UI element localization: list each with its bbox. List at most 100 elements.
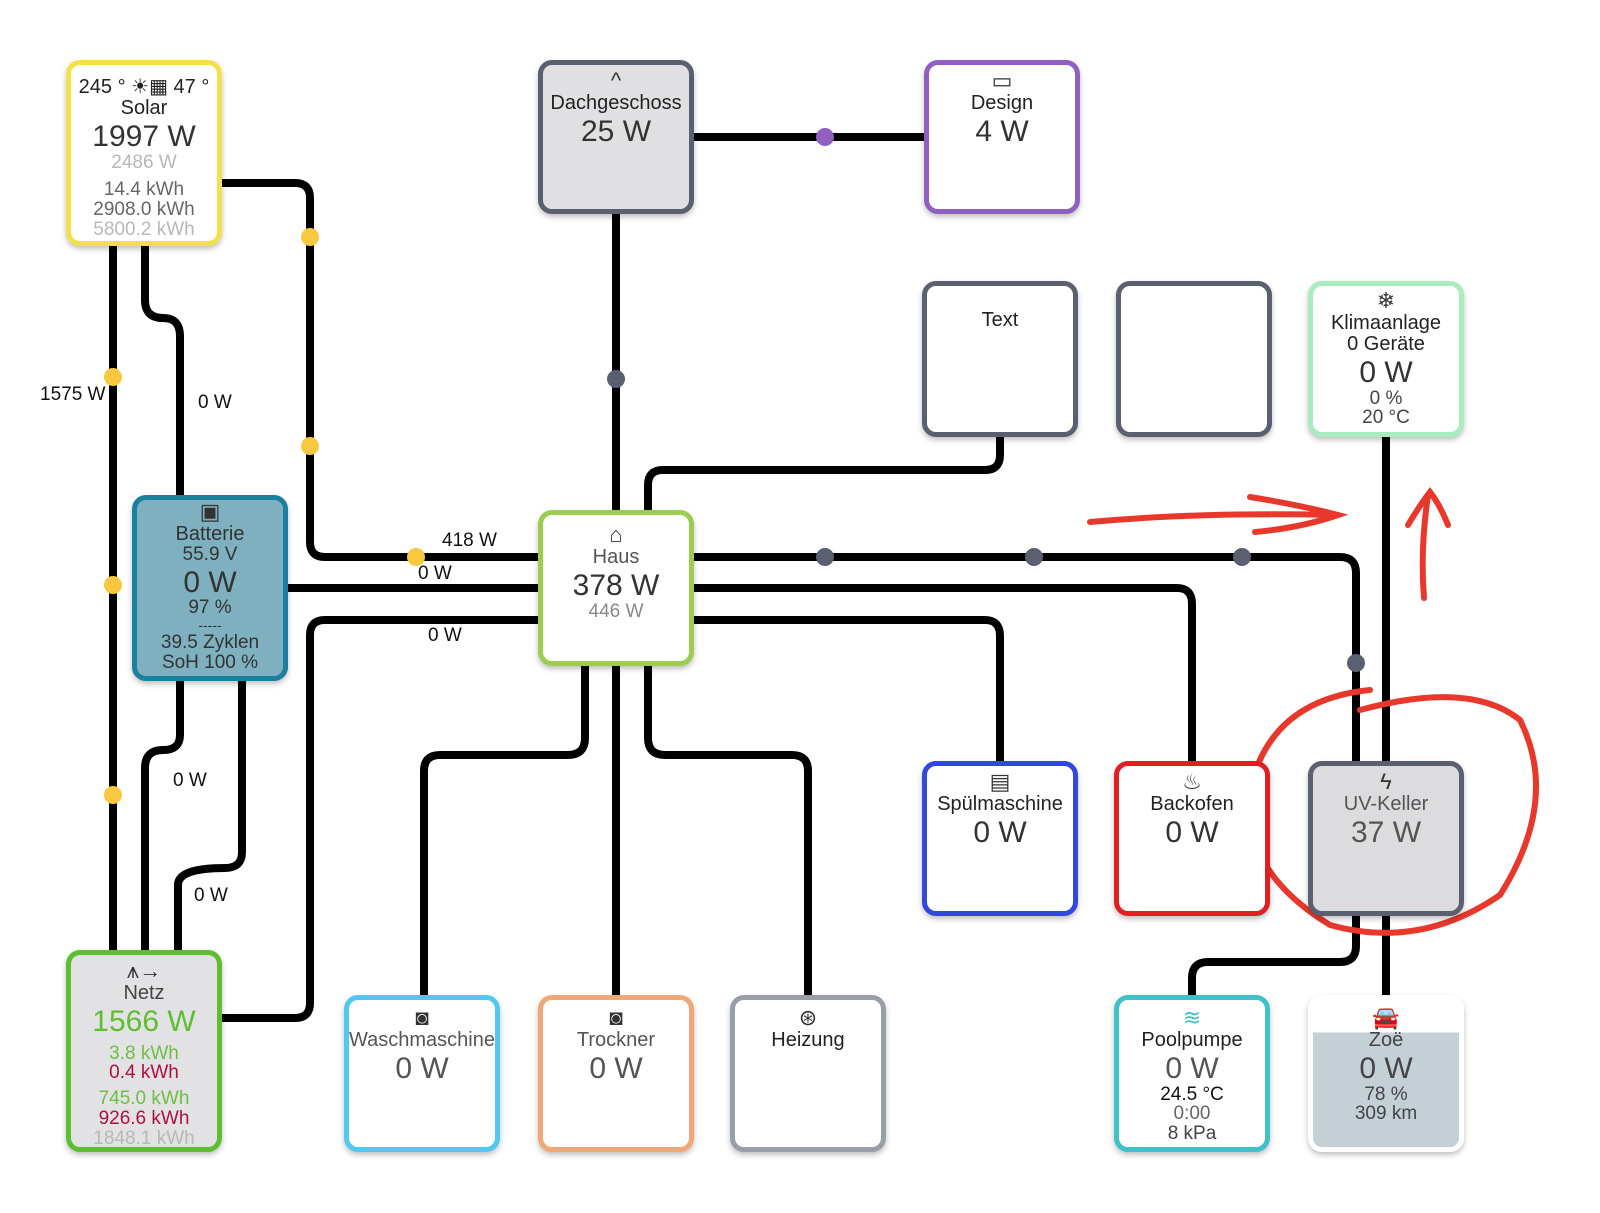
node-klimaanlage[interactable]: ❄ Klimaanlage 0 Geräte 0 W 0 % 20 °C (1308, 281, 1464, 437)
solar-panel-icon: ☀▦ (131, 76, 168, 98)
flow-dot (816, 128, 834, 146)
node-power: 378 W (572, 569, 660, 602)
node-heizung[interactable]: ⊛ Heizung (730, 995, 886, 1152)
batterie-cycles: 39.5 Zyklen (160, 632, 260, 654)
transmission-tower-icon: ⩚→ (126, 958, 162, 983)
line-haus-spuel (694, 616, 1004, 761)
batterie-soh: SoH 100 % (161, 652, 259, 673)
node-name: Netz (123, 982, 165, 1004)
netz-total: 1848.1 kWh (93, 1128, 195, 1150)
node-name: Text (981, 309, 1019, 331)
flow-dot (301, 228, 319, 246)
flow-dot (1347, 654, 1365, 672)
node-name: Poolpumpe (1141, 1029, 1243, 1051)
tumble-dryer-icon: ◙ (609, 1005, 623, 1030)
annotation-arrow-right (1087, 494, 1349, 535)
washing-machine-icon: ◙ (415, 1005, 429, 1030)
node-power: 0 W (1359, 1052, 1413, 1085)
node-power: 4 W (975, 115, 1029, 148)
node-dachgeschoss[interactable]: ^ Dachgeschoss 25 W (538, 60, 694, 214)
zoe-soc: 78 % (1364, 1083, 1408, 1105)
node-name: Spülmaschine (937, 793, 1063, 815)
flow-label-solar-batterie: 0 W (198, 392, 232, 413)
node-netz[interactable]: ⩚→ Netz 1566 W 3.8 kWh 0.4 kWh 745.0 kWh… (66, 950, 222, 1152)
netz-import-today: 3.8 kWh (109, 1042, 179, 1064)
air-conditioner-icon: ❄ (1376, 288, 1396, 313)
node-power: 0 W (973, 816, 1027, 849)
node-name: UV-Keller (1343, 793, 1429, 815)
flow-label-solar-haus: 418 W (442, 530, 497, 551)
node-power: 1997 W (92, 120, 196, 153)
node-trockner[interactable]: ◙ Trockner 0 W (538, 995, 694, 1152)
dishwasher-icon: ▤ (989, 769, 1011, 794)
batterie-separator: ----- (198, 617, 222, 634)
solar-total2: 5800.2 kWh (93, 219, 195, 241)
node-name: Solar (120, 97, 168, 119)
node-power: 37 W (1350, 816, 1422, 849)
node-name: Haus (592, 546, 640, 568)
line-haus-heizung (644, 666, 812, 995)
pool-pressure: 8 kPa (1167, 1123, 1217, 1145)
pool-temp: 24.5 °C (1160, 1083, 1224, 1105)
netz-export-today: 0.4 kWh (109, 1062, 179, 1084)
node-name: Waschmaschine (349, 1029, 495, 1051)
node-name: Dachgeschoss (550, 92, 682, 114)
node-zoe[interactable]: 🚘 Zoë 0 W 78 % 309 km (1308, 995, 1464, 1152)
node-name: Trockner (576, 1029, 656, 1051)
node-empty[interactable] (1116, 281, 1272, 437)
node-design[interactable]: ▭ Design 4 W (924, 60, 1080, 214)
line-haus-text (644, 437, 1004, 510)
flow-label-batterie-netz-1: 0 W (173, 770, 207, 791)
node-power: 25 W (580, 115, 652, 148)
node-batterie[interactable]: ▣ Batterie 55.9 V 0 W 97 % ----- 39.5 Zy… (132, 495, 288, 681)
node-power: 0 W (589, 1052, 643, 1085)
flow-dot (816, 548, 834, 566)
node-name: Heizung (771, 1029, 845, 1051)
node-name: Design (970, 92, 1034, 114)
flow-dot (1233, 548, 1251, 566)
node-name: Klimaanlage (1330, 312, 1442, 334)
pool-icon: ≋ (1182, 1005, 1202, 1030)
node-name: Zoë (1368, 1029, 1404, 1051)
lightning-icon: ϟ (1380, 769, 1392, 794)
node-uv-keller[interactable]: ϟ UV-Keller 37 W (1308, 761, 1464, 916)
batterie-soc: 97 % (188, 597, 232, 619)
flow-dot (1025, 548, 1043, 566)
node-power: 0 W (395, 1052, 449, 1085)
monitor-icon: ▭ (991, 68, 1013, 93)
node-name: Batterie (175, 523, 245, 545)
klima-percent: 0 % (1369, 387, 1403, 409)
node-backofen[interactable]: ♨ Backofen 0 W (1114, 761, 1270, 916)
line-haus-backofen (694, 584, 1196, 761)
node-solar[interactable]: 245 ° ☀▦ 47 ° Solar 1997 W 2486 W 14.4 k… (66, 60, 222, 246)
node-power: 0 W (1165, 1052, 1219, 1085)
annotation-arrow-up (1405, 487, 1451, 601)
solar-azimuth: 245 ° (78, 76, 126, 98)
haus-secondary: 446 W (588, 600, 644, 622)
node-waschmaschine[interactable]: ◙ Waschmaschine 0 W (344, 995, 500, 1152)
node-power: 0 W (183, 565, 237, 599)
solar-tilt: 47 ° (173, 76, 210, 98)
flow-label-batterie-netz-2: 0 W (194, 885, 228, 906)
flow-dot (104, 576, 122, 594)
flow-dot (104, 368, 122, 386)
klima-temp: 20 °C (1362, 407, 1410, 429)
solar-total: 2908.0 kWh (93, 199, 195, 221)
oven-icon: ♨ (1182, 769, 1202, 794)
node-poolpumpe[interactable]: ≋ Poolpumpe 0 W 24.5 °C 0:00 8 kPa (1114, 995, 1270, 1152)
flow-dot (104, 786, 122, 804)
node-spuelmaschine[interactable]: ▤ Spülmaschine 0 W (922, 761, 1078, 916)
netz-import-total: 745.0 kWh (98, 1088, 190, 1110)
line-haus-wasch (420, 666, 589, 995)
node-haus[interactable]: ⌂ Haus 378 W 446 W (538, 510, 694, 666)
flow-dot (607, 370, 625, 388)
battery-icon: ▣ (199, 499, 221, 524)
node-power: 0 W (1165, 816, 1219, 849)
house-icon: ⌂ (609, 522, 623, 547)
klima-devices: 0 Geräte (1347, 333, 1425, 355)
node-text[interactable]: Text (922, 281, 1078, 437)
batterie-voltage: 55.9 V (182, 544, 238, 565)
netz-export-total: 926.6 kWh (98, 1108, 190, 1130)
solar-today: 14.4 kWh (103, 179, 185, 201)
zoe-range: 309 km (1354, 1103, 1418, 1125)
